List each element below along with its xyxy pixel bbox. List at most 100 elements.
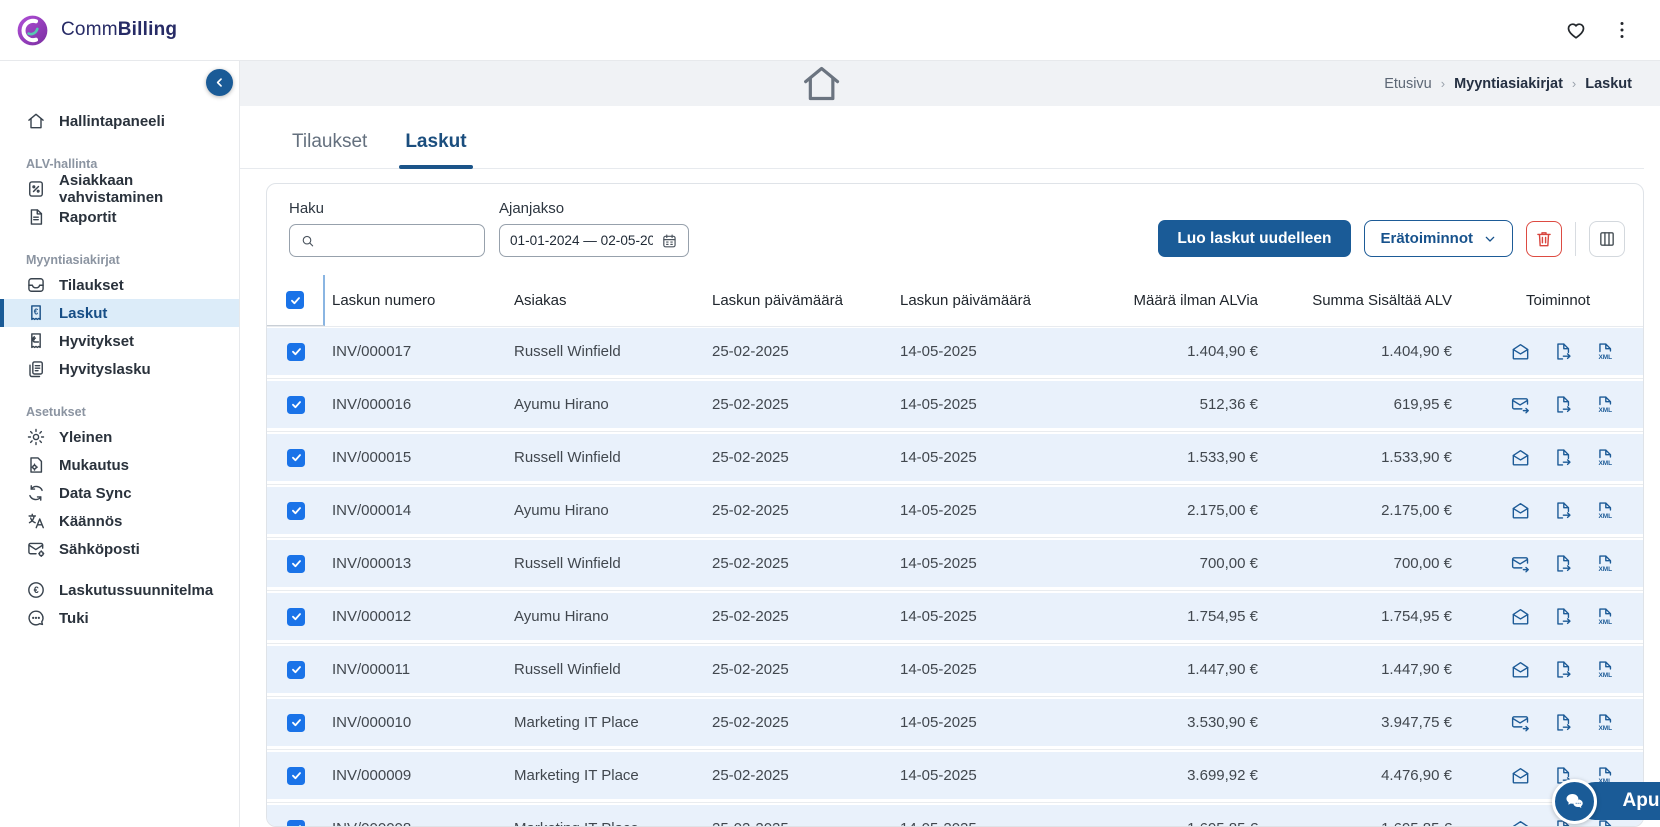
mail-open-icon[interactable] xyxy=(1510,818,1531,827)
column-settings-button[interactable] xyxy=(1589,221,1625,257)
sidebar-item-sahkoposti[interactable]: Sähköposti xyxy=(0,535,239,563)
table-row: INV/000017Russell Winfield25-02-202514-0… xyxy=(267,328,1643,375)
column-header-summa-sisaltaa-alv[interactable]: Summa Sisältää ALV xyxy=(1262,292,1456,309)
cell-due-date: 14-05-2025 xyxy=(892,661,1102,678)
regenerate-invoices-button[interactable]: Luo laskut uudelleen xyxy=(1158,220,1350,257)
file-export-icon[interactable] xyxy=(1552,500,1573,521)
file-export-icon[interactable] xyxy=(1552,712,1573,733)
sidebar-item-tuki[interactable]: Tuki xyxy=(0,604,239,632)
row-checkbox[interactable] xyxy=(287,714,305,732)
support-icon xyxy=(26,608,46,628)
svg-text:XML: XML xyxy=(1598,725,1612,732)
file-export-icon[interactable] xyxy=(1552,659,1573,680)
tab-tilaukset[interactable]: Tilaukset xyxy=(292,130,367,168)
cell-invoice-date: 25-02-2025 xyxy=(704,555,892,572)
mail-open-icon[interactable] xyxy=(1510,659,1531,680)
file-xml-icon[interactable]: XML xyxy=(1594,553,1615,574)
file-export-icon[interactable] xyxy=(1552,341,1573,362)
refund-icon xyxy=(26,331,46,351)
mail-open-icon[interactable] xyxy=(1510,606,1531,627)
row-checkbox[interactable] xyxy=(287,396,305,414)
calendar-icon xyxy=(661,232,678,250)
sidebar-item-hyvityslasku[interactable]: Hyvityslasku xyxy=(0,355,239,383)
cell-customer: Russell Winfield xyxy=(508,661,704,678)
row-checkbox[interactable] xyxy=(287,608,305,626)
sidebar-item-mukautus[interactable]: Mukautus xyxy=(0,451,239,479)
mail-open-icon[interactable] xyxy=(1510,765,1531,786)
cell-invoice-number: INV/000012 xyxy=(325,608,508,625)
file-xml-icon[interactable]: XML xyxy=(1594,500,1615,521)
row-checkbox[interactable] xyxy=(287,502,305,520)
chat-launcher-button[interactable] xyxy=(1552,779,1597,824)
mail-send-icon[interactable] xyxy=(1510,712,1531,733)
sidebar-item-raportit[interactable]: Raportit xyxy=(0,203,239,231)
search-input[interactable] xyxy=(324,233,474,249)
sidebar: HallintapaneeliALV-hallintaAsiakkaan vah… xyxy=(0,61,240,827)
mail-open-icon[interactable] xyxy=(1510,341,1531,362)
sidebar-item-label: Asiakkaan vahvistaminen xyxy=(59,172,229,206)
file-xml-icon[interactable]: XML xyxy=(1594,394,1615,415)
cell-invoice-date: 25-02-2025 xyxy=(704,396,892,413)
svg-text:€: € xyxy=(34,308,39,317)
file-export-icon[interactable] xyxy=(1552,553,1573,574)
search-field: Haku xyxy=(289,200,485,257)
column-header-laskun-paivamaara-1[interactable]: Laskun päivämäärä xyxy=(704,292,892,309)
row-checkbox[interactable] xyxy=(287,767,305,785)
brand-name: CommBilling xyxy=(61,19,177,41)
favorites-button[interactable] xyxy=(1564,18,1588,42)
breadcrumb-item-etusivu[interactable]: Etusivu xyxy=(1384,76,1432,92)
sidebar-item-yleinen[interactable]: Yleinen xyxy=(0,423,239,451)
delete-button[interactable] xyxy=(1526,221,1562,257)
column-header-laskun-paivamaara-2[interactable]: Laskun päivämäärä xyxy=(892,292,1102,309)
tab-laskut[interactable]: Laskut xyxy=(405,130,466,168)
trash-icon xyxy=(1534,229,1554,249)
breadcrumb: Etusivu › Myyntiasiakirjat › Laskut xyxy=(240,61,1660,106)
cell-invoice-number: INV/000017 xyxy=(325,343,508,360)
mail-send-icon[interactable] xyxy=(1510,553,1531,574)
main-content: Etusivu › Myyntiasiakirjat › Laskut Tila… xyxy=(240,61,1660,827)
column-header-asiakas[interactable]: Asiakas xyxy=(508,292,704,309)
row-actions: XML xyxy=(1456,341,1643,362)
select-all-checkbox[interactable] xyxy=(286,291,304,309)
file-xml-icon[interactable]: XML xyxy=(1594,606,1615,627)
sidebar-item-data-sync[interactable]: Data Sync xyxy=(0,479,239,507)
row-checkbox[interactable] xyxy=(287,343,305,361)
sidebar-item-hyvitykset[interactable]: Hyvitykset xyxy=(0,327,239,355)
mail-open-icon[interactable] xyxy=(1510,500,1531,521)
sidebar-item-laskut[interactable]: €Laskut xyxy=(0,299,239,327)
file-export-icon[interactable] xyxy=(1552,606,1573,627)
overflow-menu-button[interactable] xyxy=(1610,18,1634,42)
row-checkbox[interactable] xyxy=(287,555,305,573)
file-xml-icon[interactable]: XML xyxy=(1594,341,1615,362)
sidebar-item-laskutussuunnitelma[interactable]: €Laskutussuunnitelma xyxy=(0,576,239,604)
sidebar-item-asiakkaan-vahvistaminen[interactable]: Asiakkaan vahvistaminen xyxy=(0,175,239,203)
app-logo[interactable]: CommBilling xyxy=(15,13,177,48)
batch-actions-button[interactable]: Erätoiminnot xyxy=(1364,220,1514,257)
file-export-icon[interactable] xyxy=(1552,394,1573,415)
breadcrumb-item-myyntiasiakirjat[interactable]: Myyntiasiakirjat xyxy=(1454,76,1563,92)
cell-invoice-date: 25-02-2025 xyxy=(704,343,892,360)
cell-gross-amount: 4.476,90 € xyxy=(1262,767,1456,784)
cell-customer: Ayumu Hirano xyxy=(508,608,704,625)
sidebar-collapse-button[interactable] xyxy=(206,69,233,96)
toolbar-divider xyxy=(1575,222,1576,256)
mail-open-icon[interactable] xyxy=(1510,447,1531,468)
mail-send-icon[interactable] xyxy=(1510,394,1531,415)
sidebar-item-hallintapaneeli[interactable]: Hallintapaneeli xyxy=(0,107,239,135)
file-xml-icon[interactable]: XML xyxy=(1594,447,1615,468)
file-xml-icon[interactable]: XML xyxy=(1594,712,1615,733)
row-checkbox[interactable] xyxy=(287,661,305,679)
sidebar-item-label: Hallintapaneeli xyxy=(59,113,165,130)
date-range-input[interactable]: 01-01-2024 — 02-05-202 xyxy=(499,224,689,257)
cell-customer: Ayumu Hirano xyxy=(508,502,704,519)
sidebar-item-kaannos[interactable]: Käännös xyxy=(0,507,239,535)
row-checkbox[interactable] xyxy=(287,449,305,467)
file-export-icon[interactable] xyxy=(1552,447,1573,468)
column-header-maara-ilman-alvia[interactable]: Määrä ilman ALVia xyxy=(1102,292,1262,309)
sidebar-item-tilaukset[interactable]: Tilaukset xyxy=(0,271,239,299)
brand-logo-icon xyxy=(15,13,50,48)
file-xml-icon[interactable]: XML xyxy=(1594,659,1615,680)
column-header-laskun-numero[interactable]: Laskun numero xyxy=(325,292,508,309)
row-checkbox[interactable] xyxy=(287,820,305,827)
cell-due-date: 14-05-2025 xyxy=(892,820,1102,827)
